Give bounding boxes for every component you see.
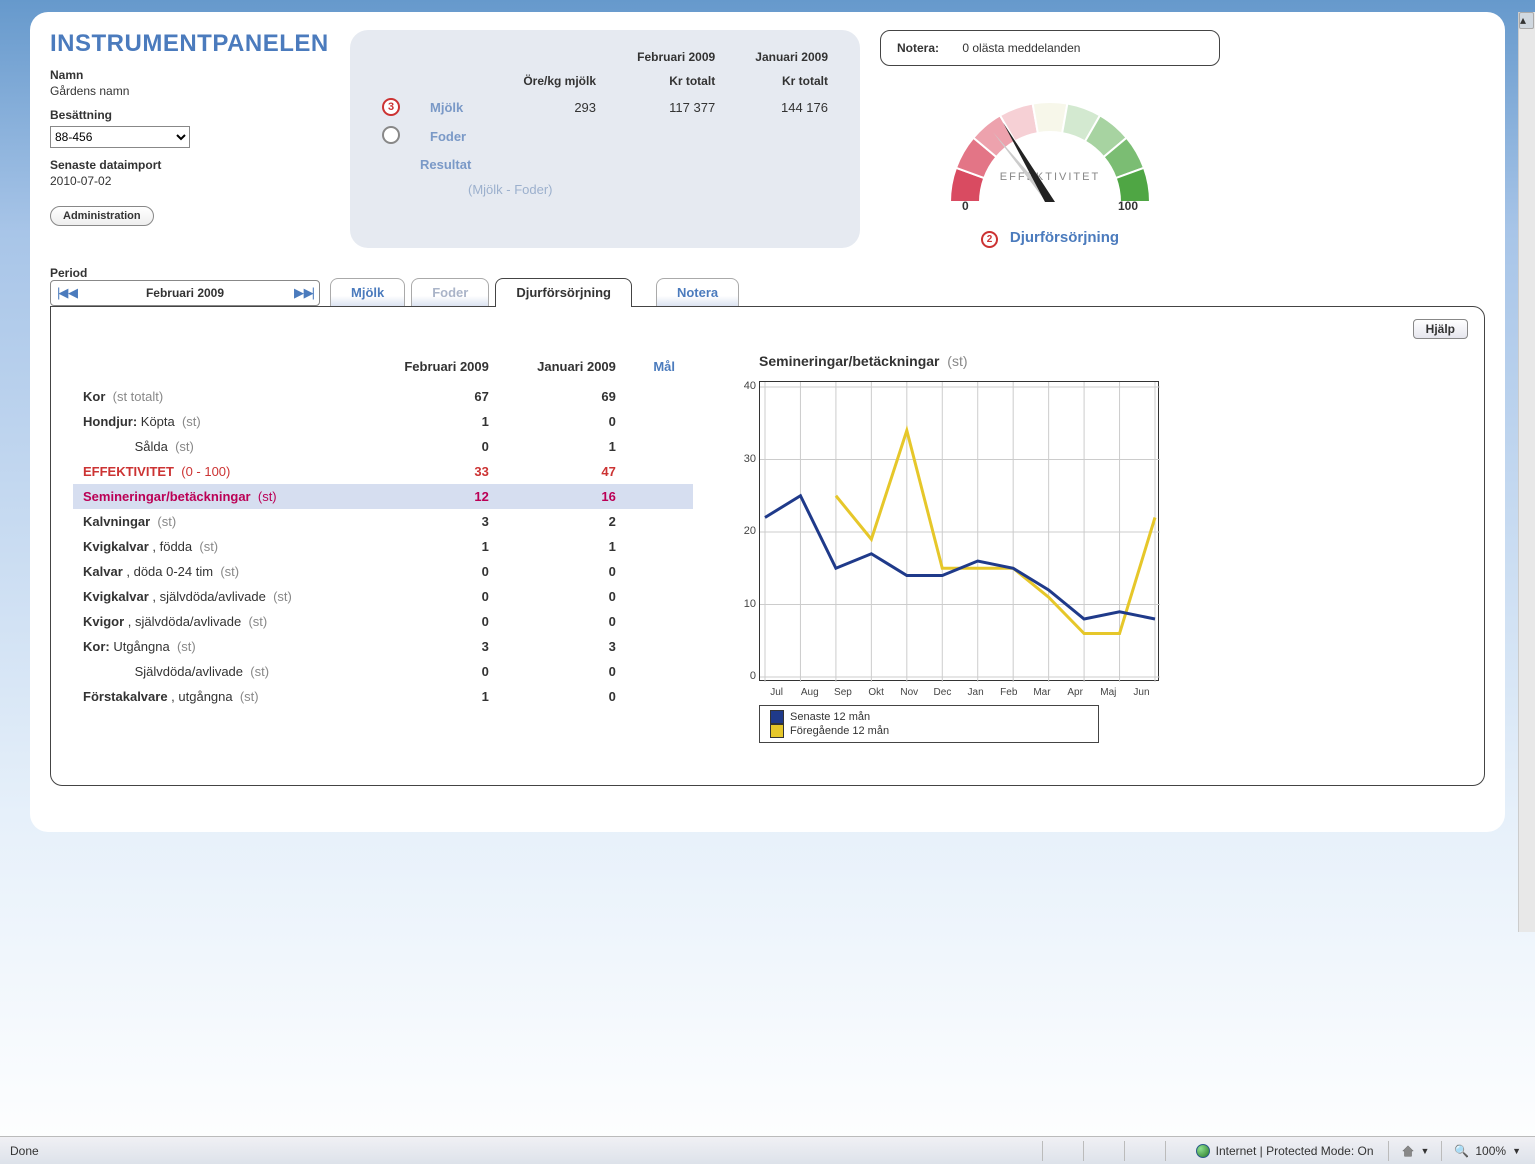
- import-value: 2010-07-02: [50, 174, 330, 188]
- table-row[interactable]: Kor (st totalt)6769: [73, 384, 693, 409]
- table-row[interactable]: Semineringar/betäckningar (st)1216: [73, 484, 693, 509]
- foder-link[interactable]: Foder: [420, 122, 493, 151]
- gauge-link[interactable]: Djurförsörjning: [1010, 229, 1119, 246]
- home-dropdown-icon[interactable]: ▼: [1421, 1146, 1430, 1156]
- summary-col3-top: Januari 2009: [727, 46, 838, 68]
- table-row[interactable]: Hondjur: Köpta (st)10: [73, 409, 693, 434]
- summary-col2-top: Februari 2009: [608, 46, 725, 68]
- tab-bar: Mjölk Foder Djurförsörjning Notera: [330, 277, 739, 306]
- foder-badge-empty: [382, 126, 400, 144]
- notera-msg: 0 olästa meddelanden: [962, 41, 1080, 55]
- period-value: Februari 2009: [146, 286, 224, 300]
- tab-djurforsorjning[interactable]: Djurförsörjning: [495, 278, 632, 307]
- th-mal: Mål: [634, 353, 693, 384]
- summary-col2-head: Kr totalt: [608, 70, 725, 92]
- period-label: Period: [50, 266, 320, 280]
- table-row[interactable]: EFFEKTIVITET (0 - 100)3347: [73, 459, 693, 484]
- table-row[interactable]: Kvigkalvar , självdöda/avlivade (st)00: [73, 584, 693, 609]
- period-first-icon[interactable]: |◀ ◀: [57, 285, 76, 301]
- gauge: 0 100 EFFEKTIVITET 2 Djurförsörjning: [930, 82, 1170, 248]
- mjolk-c3: 144 176: [727, 94, 838, 120]
- chart-plot-area: JulAugSepOktNovDecJanFebMarAprMajJun 010…: [759, 381, 1159, 681]
- table-row[interactable]: Självdöda/avlivade (st)00: [73, 659, 693, 684]
- table-row[interactable]: Kvigor , självdöda/avlivade (st)00: [73, 609, 693, 634]
- status-done: Done: [6, 1144, 39, 1158]
- status-ie-mode: Internet | Protected Mode: On: [1216, 1144, 1374, 1158]
- zoom-dropdown-icon[interactable]: ▼: [1512, 1146, 1521, 1156]
- content-panel: Hjälp Februari 2009 Januari 2009 Mål Kor…: [50, 306, 1485, 786]
- tab-foder[interactable]: Foder: [411, 278, 489, 307]
- summary-panel: Februari 2009 Januari 2009 Öre/kg mjölk …: [350, 30, 860, 248]
- resultat-link[interactable]: Resultat: [420, 153, 493, 176]
- summary-col3-head: Kr totalt: [727, 70, 838, 92]
- table-row[interactable]: Förstakalvare , utgångna (st)10: [73, 684, 693, 709]
- help-button[interactable]: Hjälp: [1413, 319, 1468, 339]
- scroll-arrow-up-icon[interactable]: ▴: [1519, 12, 1534, 29]
- period-navigator: |◀ ◀ Februari 2009 ▶ ▶|: [50, 280, 320, 306]
- mjolk-badge: 3: [382, 98, 400, 116]
- data-table: Februari 2009 Januari 2009 Mål Kor (st t…: [73, 353, 693, 743]
- table-row[interactable]: Kvigkalvar , födda (st)11: [73, 534, 693, 559]
- table-row[interactable]: Kor: Utgångna (st)33: [73, 634, 693, 659]
- browser-statusbar: Done Internet | Protected Mode: On ▼ 🔍 1…: [0, 1136, 1535, 1164]
- tab-notera[interactable]: Notera: [656, 278, 739, 307]
- chart-legend: Senaste 12 månFöregående 12 mån: [759, 705, 1099, 743]
- mjolk-link[interactable]: Mjölk: [420, 94, 493, 120]
- table-row[interactable]: Sålda (st)01: [73, 434, 693, 459]
- svg-text:100: 100: [1118, 199, 1138, 213]
- th-c1: Februari 2009: [373, 353, 507, 384]
- main-card: INSTRUMENTPANELEN Namn Gårdens namn Besä…: [30, 12, 1505, 832]
- notera-label: Notera:: [897, 41, 939, 55]
- chart-x-axis: JulAugSepOktNovDecJanFebMarAprMajJun: [760, 687, 1158, 698]
- vertical-scrollbar[interactable]: ▴: [1518, 12, 1535, 932]
- page-title: INSTRUMENTPANELEN: [50, 30, 330, 58]
- svg-text:EFFEKTIVITET: EFFEKTIVITET: [1000, 171, 1100, 183]
- administration-button[interactable]: Administration: [50, 206, 154, 226]
- resultat-sub: (Mjölk - Foder): [420, 178, 838, 201]
- summary-col1-head: Öre/kg mjölk: [495, 70, 606, 92]
- mjolk-c2: 117 377: [608, 94, 725, 120]
- mjolk-c1: 293: [495, 94, 606, 120]
- namn-label: Namn: [50, 68, 330, 82]
- svg-text:0: 0: [962, 199, 969, 213]
- chart-title: Semineringar/betäckningar (st): [759, 353, 1462, 369]
- zoom-icon[interactable]: 🔍: [1454, 1144, 1469, 1158]
- namn-value: Gårdens namn: [50, 84, 330, 98]
- globe-icon: [1196, 1144, 1210, 1158]
- home-icon[interactable]: [1401, 1144, 1415, 1158]
- gauge-badge: 2: [981, 231, 998, 248]
- tab-mjolk[interactable]: Mjölk: [330, 278, 405, 307]
- table-row[interactable]: Kalvar , döda 0-24 tim (st)00: [73, 559, 693, 584]
- besattning-select[interactable]: 88-456: [50, 126, 190, 148]
- table-row[interactable]: Kalvningar (st)32: [73, 509, 693, 534]
- status-zoom[interactable]: 100%: [1475, 1144, 1506, 1158]
- th-c2: Januari 2009: [507, 353, 634, 384]
- period-last-icon[interactable]: ▶ ▶|: [294, 285, 313, 301]
- besattning-label: Besättning: [50, 108, 330, 122]
- import-label: Senaste dataimport: [50, 158, 330, 172]
- notera-box[interactable]: Notera: 0 olästa meddelanden: [880, 30, 1220, 66]
